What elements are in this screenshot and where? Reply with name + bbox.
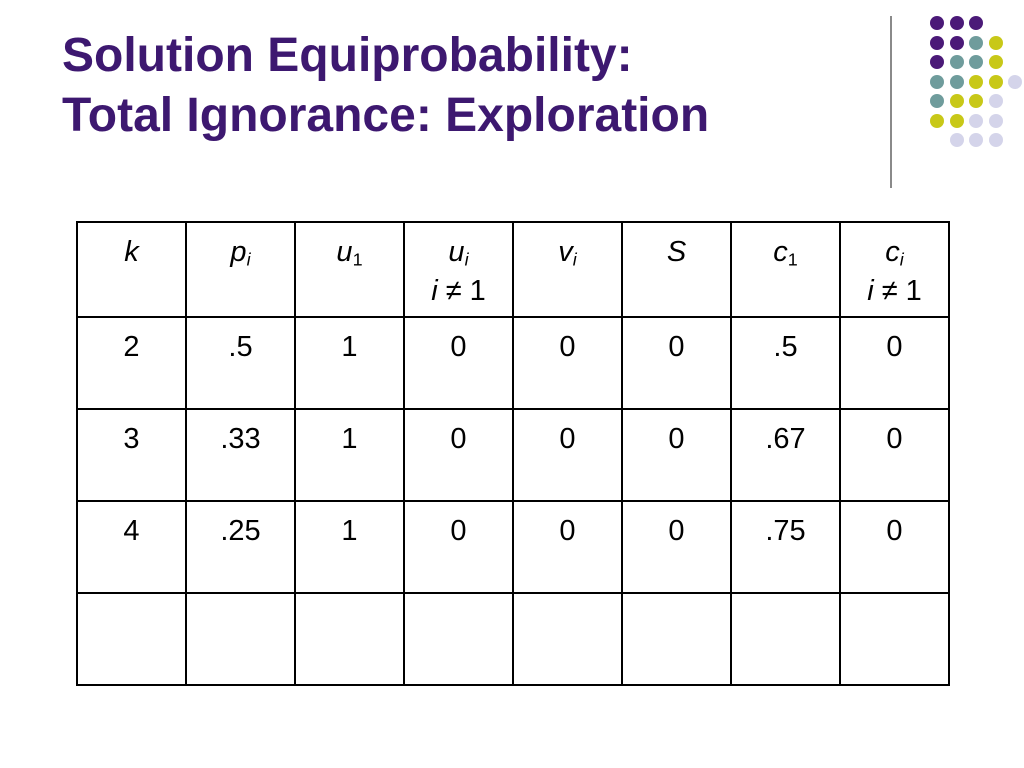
decorative-dot: [930, 16, 944, 30]
decorative-dot-grid: [0, 0, 1024, 200]
table-cell: [294, 592, 405, 686]
table-cell: 0: [839, 316, 950, 410]
table-cell: 0: [512, 316, 623, 410]
table-header-row: k pi u1 ui i ≠ 1 vi S c1 ci i ≠ 1: [76, 221, 950, 318]
table-cell: 0: [512, 500, 623, 594]
header-cell: u1: [294, 221, 405, 318]
decorative-dot: [930, 74, 944, 89]
decorative-dot: [969, 113, 983, 128]
decorative-dot: [930, 94, 944, 108]
table-cell: 2: [76, 316, 187, 410]
table-row: 3 .33 1 0 0 0 .67 0: [76, 408, 950, 502]
table-cell: 1: [294, 316, 405, 410]
table-cell: 1: [294, 500, 405, 594]
header-cell: vi: [512, 221, 623, 318]
decorative-dot: [969, 74, 983, 89]
table-cell: 4: [76, 500, 187, 594]
table-cell: 0: [839, 408, 950, 502]
header-condition: i ≠ 1: [867, 275, 922, 307]
decorative-dot: [969, 133, 983, 147]
decorative-dot: [930, 113, 944, 128]
table-cell: [839, 592, 950, 686]
header-cell: ui i ≠ 1: [403, 221, 514, 318]
slide: Solution Equiprobability: Total Ignoranc…: [0, 0, 1024, 768]
header-cell: ci i ≠ 1: [839, 221, 950, 318]
header-cell: k: [76, 221, 187, 318]
table-cell: 0: [512, 408, 623, 502]
table-cell: 0: [621, 408, 732, 502]
table-cell: 1: [294, 408, 405, 502]
decorative-dot: [969, 35, 983, 50]
table-row: [76, 592, 950, 686]
table-cell: 0: [621, 500, 732, 594]
decorative-dot: [988, 35, 1003, 50]
decorative-dot: [988, 113, 1003, 128]
decorative-dot: [949, 113, 964, 128]
decorative-dot: [988, 94, 1003, 108]
decorative-dot: [969, 94, 983, 108]
decorative-dot: [969, 55, 983, 69]
table-cell: [621, 592, 732, 686]
decorative-dot: [949, 133, 964, 147]
header-condition: i ≠ 1: [431, 275, 486, 307]
table-cell: 0: [403, 408, 514, 502]
data-table: k pi u1 ui i ≠ 1 vi S c1 ci i ≠ 1 2 .5 1 0…: [76, 221, 950, 686]
table-cell: [730, 592, 841, 686]
table-cell: [76, 592, 187, 686]
decorative-dot: [1008, 74, 1022, 89]
decorative-dot: [949, 74, 964, 89]
decorative-dot: [988, 74, 1003, 89]
header-cell: pi: [185, 221, 296, 318]
table-cell: .33: [185, 408, 296, 502]
decorative-dot: [988, 55, 1003, 69]
table-cell: .5: [730, 316, 841, 410]
table-cell: .67: [730, 408, 841, 502]
table-cell: 0: [403, 500, 514, 594]
table-cell: .75: [730, 500, 841, 594]
table-cell: .5: [185, 316, 296, 410]
table-cell: 0: [403, 316, 514, 410]
table-cell: [512, 592, 623, 686]
table-cell: [403, 592, 514, 686]
table-cell: 0: [839, 500, 950, 594]
decorative-dot: [988, 133, 1003, 147]
table-cell: 3: [76, 408, 187, 502]
decorative-dot: [969, 16, 983, 30]
decorative-dot: [949, 16, 964, 30]
table-row: 4 .25 1 0 0 0 .75 0: [76, 500, 950, 594]
table-row: 2 .5 1 0 0 0 .5 0: [76, 316, 950, 410]
table-cell: 0: [621, 316, 732, 410]
header-cell: c1: [730, 221, 841, 318]
decorative-dot: [949, 55, 964, 69]
table-cell: [185, 592, 296, 686]
decorative-dot: [949, 94, 964, 108]
decorative-dot: [930, 35, 944, 50]
header-cell: S: [621, 221, 732, 318]
decorative-dot: [949, 35, 964, 50]
table-cell: .25: [185, 500, 296, 594]
decorative-dot: [930, 55, 944, 69]
